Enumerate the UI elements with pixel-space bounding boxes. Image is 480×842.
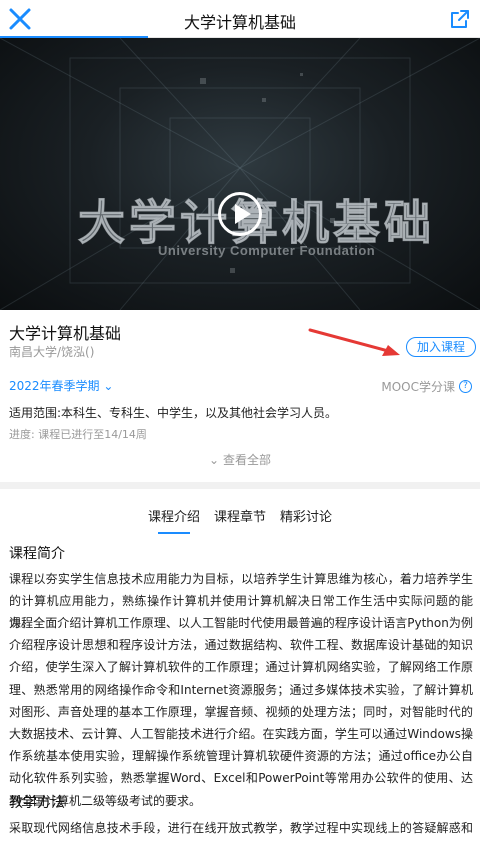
- semester-label: 2022年春季学期: [9, 379, 100, 393]
- intro-heading: 课程简介: [9, 546, 65, 562]
- view-all-label: 查看全部: [222, 453, 271, 467]
- chevron-down-icon: ⌄: [103, 379, 114, 393]
- tab-course-chapters[interactable]: 课程章节: [214, 506, 266, 531]
- course-school-teacher[interactable]: 南昌大学/饶泓(): [9, 343, 94, 360]
- page-title: 大学计算机基础: [183, 13, 296, 32]
- join-course-button[interactable]: 加入课程: [406, 337, 476, 357]
- applicable-scope: 适用范围:本科生、专科生、中学生，以及其他社会学习人员。: [9, 406, 338, 420]
- view-all-button[interactable]: ⌄ 查看全部: [0, 451, 480, 468]
- video-background-art: [0, 38, 480, 310]
- top-bar: 大学计算机基础: [0, 0, 480, 38]
- method-heading: 教学方法: [9, 795, 65, 811]
- method-paragraph-1: 采取现代网络信息技术手段，进行在线开放式教学，教学过程中实现线上的答疑解惑和专题…: [9, 821, 473, 835]
- section-divider: [0, 482, 480, 489]
- intro-paragraph-2: 课程全面介绍计算机工作原理、以人工智能时代使用最普遍的程序设计语言Python为…: [9, 616, 473, 808]
- tab-course-intro[interactable]: 课程介绍: [148, 506, 200, 534]
- share-icon[interactable]: [448, 7, 472, 31]
- help-icon[interactable]: ?: [459, 380, 472, 393]
- course-progress: 进度: 课程已进行至14/14周: [9, 428, 147, 441]
- semester-selector[interactable]: 2022年春季学期 ⌄: [9, 377, 113, 394]
- double-chevron-down-icon: ⌄: [209, 453, 220, 467]
- play-icon[interactable]: [218, 192, 262, 236]
- mooc-credit-label: MOOC学分课: [381, 380, 455, 394]
- tab-discussion[interactable]: 精彩讨论: [280, 506, 332, 531]
- annotation-arrow-icon: [308, 328, 400, 356]
- video-player[interactable]: 大学计算机基础 University Computer Foundation: [0, 38, 480, 310]
- video-watermark-subtitle: University Computer Foundation: [158, 243, 376, 258]
- mooc-credit-info[interactable]: MOOC学分课 ?: [381, 378, 472, 395]
- content-tabs: 课程介绍 课程章节 精彩讨论: [0, 506, 480, 534]
- course-title: 大学计算机基础: [9, 324, 122, 343]
